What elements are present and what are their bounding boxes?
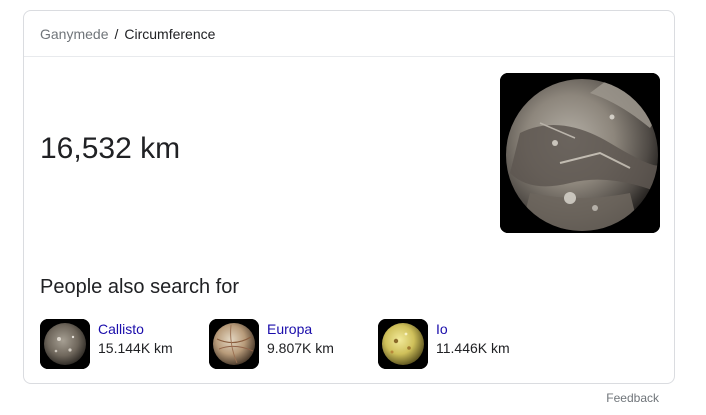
related-item-meta: Callisto 15.144K km: [98, 320, 173, 358]
europa-moon-image[interactable]: [209, 319, 259, 369]
related-item-name[interactable]: Io: [436, 320, 510, 338]
callisto-image-svg: [40, 319, 90, 369]
answer-value: 16,532 km: [40, 132, 181, 165]
io-moon-image[interactable]: [378, 319, 428, 369]
related-item-name[interactable]: Callisto: [98, 320, 173, 338]
knowledge-card: Ganymede / Circumference 16,532 km Peopl…: [23, 10, 675, 384]
related-item-value: 15.144K km: [98, 340, 173, 356]
breadcrumb-parent-link[interactable]: Ganymede: [40, 26, 108, 42]
breadcrumb-separator: /: [114, 26, 119, 42]
related-item-europa[interactable]: Europa 9.807K km: [209, 319, 334, 369]
io-image-svg: [378, 319, 428, 369]
related-item-io[interactable]: Io 11.446K km: [378, 319, 510, 369]
breadcrumb-current: Circumference: [124, 26, 216, 42]
related-item-meta: Europa 9.807K km: [267, 320, 334, 358]
divider: [24, 56, 674, 57]
related-item-callisto[interactable]: Callisto 15.144K km: [40, 319, 173, 369]
related-item-name[interactable]: Europa: [267, 320, 334, 338]
related-item-value: 9.807K km: [267, 340, 334, 356]
ganymede-image-svg: [500, 73, 660, 233]
related-item-meta: Io 11.446K km: [436, 320, 510, 358]
feedback-link[interactable]: Feedback: [606, 390, 659, 406]
related-item-value: 11.446K km: [436, 340, 510, 356]
callisto-moon-image[interactable]: [40, 319, 90, 369]
people-also-search-title: People also search for: [40, 276, 240, 298]
breadcrumb: Ganymede / Circumference: [40, 25, 215, 43]
ganymede-moon-image[interactable]: [500, 73, 660, 233]
europa-image-svg: [209, 319, 259, 369]
